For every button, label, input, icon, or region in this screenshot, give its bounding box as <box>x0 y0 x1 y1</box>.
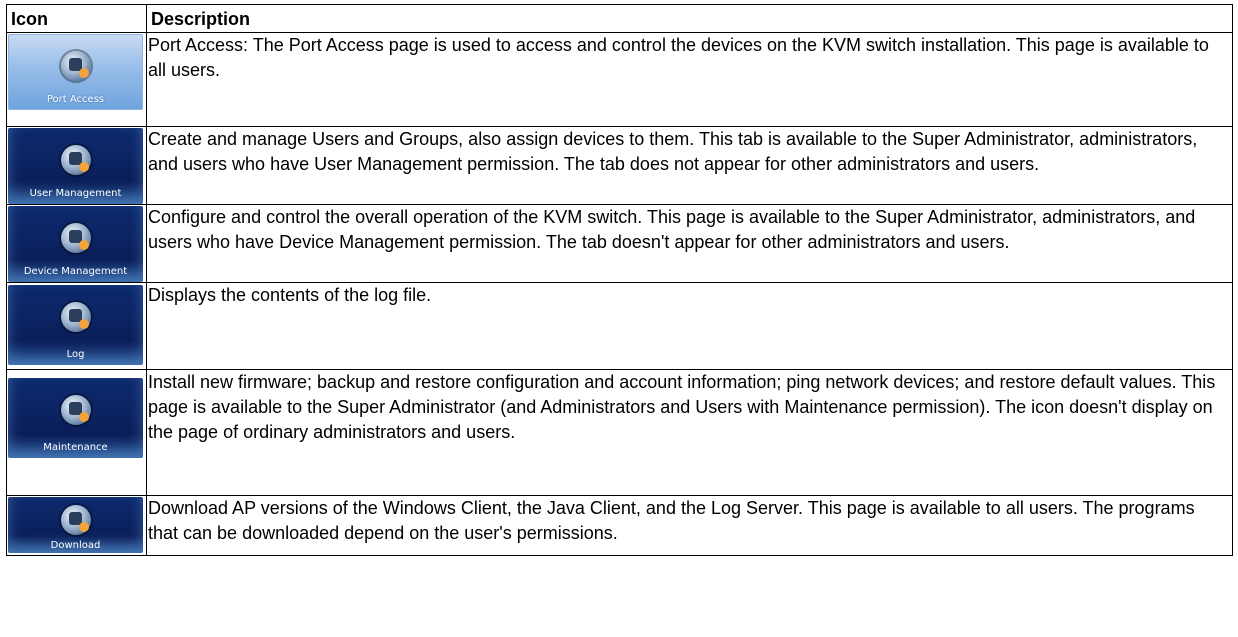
icon-label: Device Management <box>23 266 128 277</box>
table-row: Device Management Configure and control … <box>6 204 1233 283</box>
log-icon: Log <box>8 285 143 365</box>
icon-cell: Device Management <box>6 204 147 283</box>
description-cell: Configure and control the overall operat… <box>146 204 1233 283</box>
description-column-header: Description <box>146 4 1233 33</box>
description-cell: Displays the contents of the log file. <box>146 282 1233 370</box>
icon-cell: Maintenance <box>6 369 147 496</box>
icon-cell: User Management <box>6 126 147 205</box>
table-row: Port Access Port Access: The Port Access… <box>6 32 1233 127</box>
table-header-row: Icon Description <box>6 4 1233 33</box>
description-cell: Create and manage Users and Groups, also… <box>146 126 1233 205</box>
maintenance-icon: Maintenance <box>8 378 143 458</box>
icon-cell: Log <box>6 282 147 370</box>
icon-label: User Management <box>29 188 122 199</box>
table-row: User Management Create and manage Users … <box>6 126 1233 205</box>
icon-label: Log <box>66 349 85 360</box>
device-management-icon: Device Management <box>8 206 143 282</box>
icon-description-table: Icon Description Port Access Port Access… <box>6 4 1233 556</box>
icon-label: Port Access <box>46 94 105 105</box>
icon-cell: Download <box>6 495 147 556</box>
download-icon: Download <box>8 497 143 553</box>
icon-label: Download <box>50 540 101 551</box>
icon-label: Maintenance <box>43 442 108 453</box>
table-row: Maintenance Install new firmware; backup… <box>6 369 1233 496</box>
description-cell: Download AP versions of the Windows Clie… <box>146 495 1233 556</box>
table-row: Download Download AP versions of the Win… <box>6 495 1233 556</box>
table-row: Log Displays the contents of the log fil… <box>6 282 1233 370</box>
port-access-icon: Port Access <box>8 34 143 110</box>
icon-column-header: Icon <box>6 4 147 33</box>
user-management-icon: User Management <box>8 128 143 204</box>
description-cell: Port Access: The Port Access page is use… <box>146 32 1233 127</box>
icon-cell: Port Access <box>6 32 147 127</box>
description-cell: Install new firmware; backup and restore… <box>146 369 1233 496</box>
